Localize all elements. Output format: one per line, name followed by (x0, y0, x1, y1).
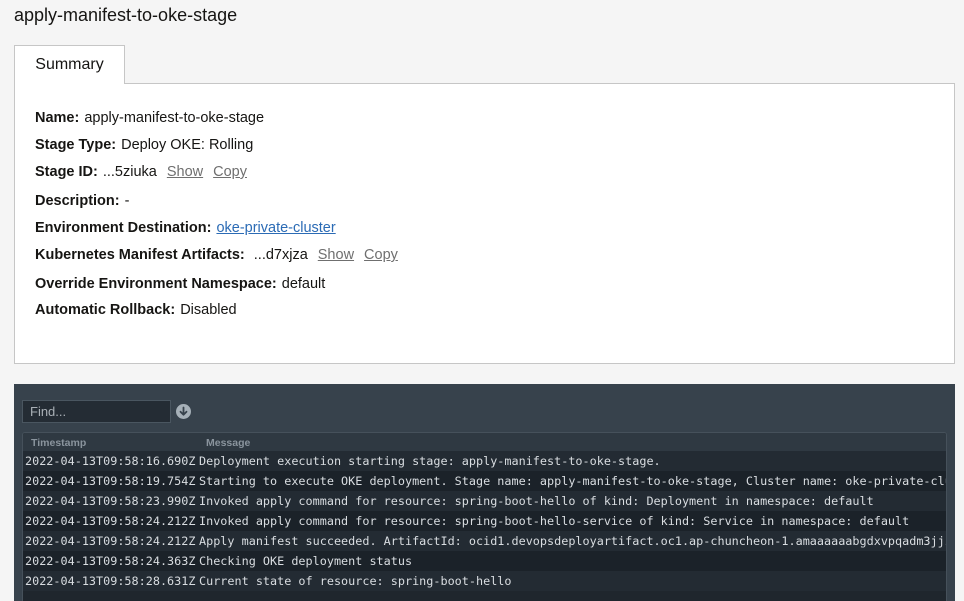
artifacts-field: Kubernetes Manifest Artifacts: ...d7xjza… (35, 247, 398, 263)
log-timestamp: 2022-04-13T09:58:24.212Z (25, 514, 196, 528)
find-input[interactable] (22, 400, 171, 423)
namespace-field: Override Environment Namespace: default (35, 276, 325, 292)
log-timestamp: 2022-04-13T09:58:19.754Z (25, 474, 196, 488)
log-row[interactable]: 2022-04-13T09:58:23.990Z Invoked apply c… (23, 491, 946, 511)
stage-id-copy-link[interactable]: Copy (213, 164, 247, 180)
log-timestamp: 2022-04-13T09:58:24.212Z (25, 534, 196, 548)
namespace-value: default (281, 276, 326, 292)
log-timestamp: 2022-04-13T09:58:24.363Z (25, 554, 196, 568)
stage-type-field: Stage Type: Deploy OKE: Rolling (35, 137, 253, 153)
artifacts-copy-link[interactable]: Copy (364, 247, 398, 263)
stage-id-show-link[interactable]: Show (167, 164, 203, 180)
log-message: Deployment execution starting stage: app… (199, 454, 661, 468)
summary-panel: Name: apply-manifest-to-oke-stage Stage … (14, 83, 955, 364)
log-body: 2022-04-13T09:58:16.690Z Deployment exec… (23, 451, 946, 591)
arrow-down-circle-icon[interactable] (176, 404, 191, 419)
tab-summary[interactable]: Summary (14, 45, 125, 84)
stage-id-label: Stage ID: (35, 164, 98, 180)
stage-id-field: Stage ID: ...5ziuka Show Copy (35, 164, 247, 180)
artifacts-value: ...d7xjza (253, 247, 308, 263)
page-title: apply-manifest-to-oke-stage (14, 5, 238, 25)
timestamp-header[interactable]: Timestamp (31, 437, 86, 449)
log-message: Invoked apply command for resource: spri… (199, 494, 874, 508)
stage-id-value: ...5ziuka (102, 164, 157, 180)
description-field: Description: - (35, 193, 129, 209)
log-row[interactable]: 2022-04-13T09:58:24.212Z Invoked apply c… (23, 511, 946, 531)
log-row[interactable]: 2022-04-13T09:58:28.631Z Current state o… (23, 571, 946, 591)
log-row[interactable]: 2022-04-13T09:58:24.212Z Apply manifest … (23, 531, 946, 551)
artifacts-label: Kubernetes Manifest Artifacts: (35, 247, 245, 263)
log-timestamp: 2022-04-13T09:58:23.990Z (25, 494, 196, 508)
log-timestamp: 2022-04-13T09:58:28.631Z (25, 574, 196, 588)
environment-label: Environment Destination: (35, 220, 212, 236)
arrow-down-glyph (179, 406, 188, 416)
log-message: Invoked apply command for resource: spri… (199, 514, 910, 528)
environment-link[interactable]: oke-private-cluster (216, 220, 335, 236)
namespace-label: Override Environment Namespace: (35, 276, 277, 292)
log-table: Timestamp Message 2022-04-13T09:58:16.69… (22, 432, 947, 601)
artifacts-show-link[interactable]: Show (318, 247, 354, 263)
log-row[interactable]: 2022-04-13T09:58:19.754Z Starting to exe… (23, 471, 946, 491)
log-message: Apply manifest succeeded. ArtifactId: oc… (199, 534, 947, 548)
message-header[interactable]: Message (206, 437, 250, 449)
log-header-row: Timestamp Message (23, 433, 946, 451)
stage-type-value: Deploy OKE: Rolling (121, 137, 254, 153)
log-message: Current state of resource: spring-boot-h… (199, 574, 512, 588)
description-label: Description: (35, 193, 120, 209)
name-value: apply-manifest-to-oke-stage (84, 110, 265, 126)
rollback-value: Disabled (180, 302, 237, 318)
stage-type-label: Stage Type: (35, 137, 117, 153)
log-message: Starting to execute OKE deployment. Stag… (199, 474, 947, 488)
name-label: Name: (35, 110, 80, 126)
log-timestamp: 2022-04-13T09:58:16.690Z (25, 454, 196, 468)
rollback-field: Automatic Rollback: Disabled (35, 302, 237, 318)
name-field: Name: apply-manifest-to-oke-stage (35, 110, 264, 126)
environment-field: Environment Destination: oke-private-clu… (35, 220, 336, 236)
log-row[interactable]: 2022-04-13T09:58:24.363Z Checking OKE de… (23, 551, 946, 571)
log-panel: Timestamp Message 2022-04-13T09:58:16.69… (14, 384, 955, 601)
description-value: - (124, 193, 130, 209)
rollback-label: Automatic Rollback: (35, 302, 176, 318)
log-row[interactable]: 2022-04-13T09:58:16.690Z Deployment exec… (23, 451, 946, 471)
log-message: Checking OKE deployment status (199, 554, 413, 568)
